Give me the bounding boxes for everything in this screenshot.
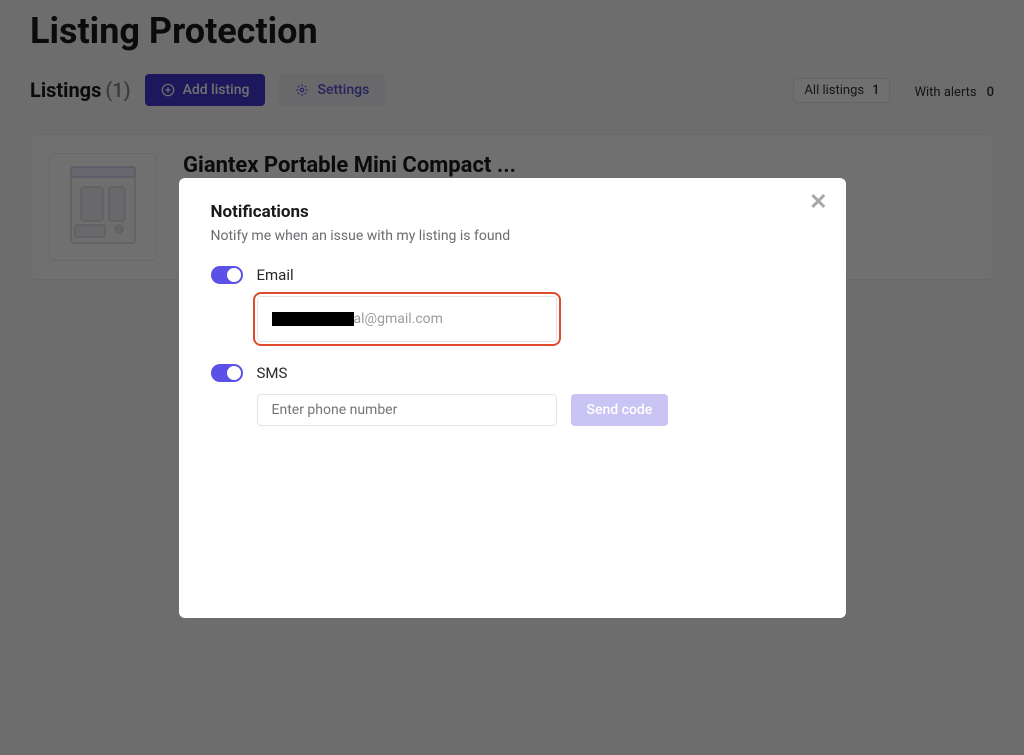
close-icon: ✕: [809, 190, 827, 215]
phone-input[interactable]: [257, 394, 557, 426]
email-toggle-row: Email: [211, 266, 814, 284]
email-value-suffix: al@gmail.com: [354, 311, 443, 327]
notifications-modal: ✕ Notifications Notify me when an issue …: [179, 178, 846, 618]
sms-toggle[interactable]: [211, 364, 243, 382]
redacted-text: [272, 312, 354, 326]
sms-label: SMS: [257, 364, 288, 382]
email-label: Email: [257, 266, 294, 284]
modal-title: Notifications: [211, 202, 814, 222]
sms-toggle-row: SMS: [211, 364, 814, 382]
email-input[interactable]: al@gmail.com: [257, 296, 557, 342]
close-button[interactable]: ✕: [809, 192, 827, 214]
email-toggle[interactable]: [211, 266, 243, 284]
modal-subtitle: Notify me when an issue with my listing …: [211, 228, 814, 244]
modal-overlay[interactable]: ✕ Notifications Notify me when an issue …: [0, 0, 1024, 755]
send-code-button[interactable]: Send code: [571, 394, 669, 426]
